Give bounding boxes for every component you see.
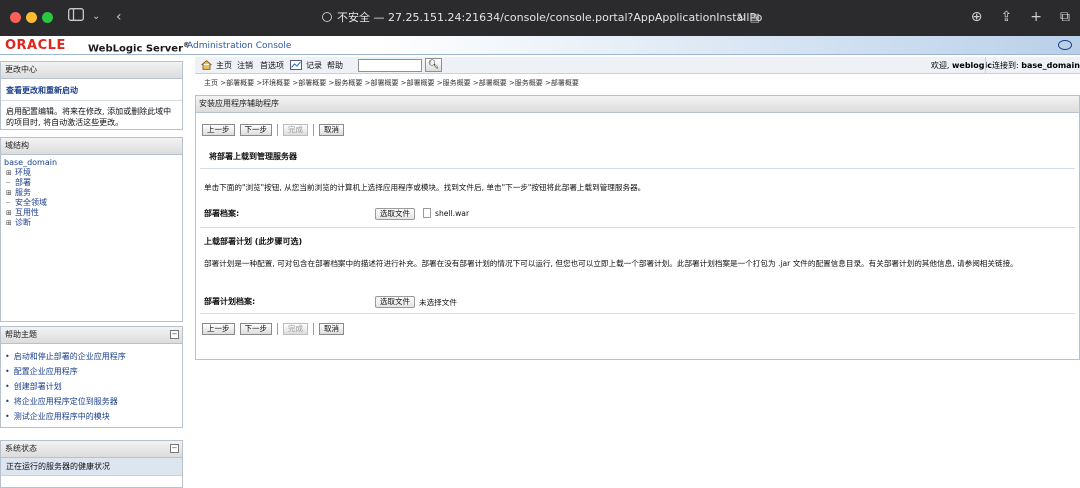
console-subtitle: Administration Console [187, 41, 292, 51]
back-arrow-icon[interactable]: ‹ [116, 8, 122, 26]
tree-item-services[interactable]: ⊞ 服务 [4, 188, 179, 198]
logout-link[interactable]: 注销 [237, 57, 253, 74]
domain-structure-title: 域结构 [1, 138, 182, 155]
record-link[interactable]: 记录 [306, 57, 322, 74]
chevron-down-icon[interactable]: ⌄ [92, 8, 100, 26]
change-center-title: 更改中心 [1, 62, 182, 79]
back-button[interactable]: 上一步 [202, 323, 235, 335]
new-tab-icon[interactable]: + [1030, 7, 1042, 27]
upload-heading: 将部署上载到管理服务器 [209, 152, 297, 161]
minimize-window-button[interactable] [26, 12, 37, 23]
url-text: 27.25.151.24:21634/console/console.porta… [388, 11, 762, 24]
divider [200, 168, 1075, 169]
back-button[interactable]: 上一步 [202, 124, 235, 136]
wizard-buttons-bottom: 上一步 下一步 完成 取消 [202, 323, 344, 335]
product-name: WebLogic Server® [88, 41, 190, 55]
preferences-link[interactable]: 首选项 [260, 57, 284, 74]
home-link[interactable]: 主页 [216, 57, 232, 74]
divider [313, 124, 314, 136]
share-icon[interactable]: ⇪ [1001, 7, 1013, 27]
change-center-text: 启用配置编辑。将来在修改, 添加或删除此域中的项目时, 将自动激活这些更改。 [6, 107, 172, 127]
plan-label: 部署计划档案: [204, 297, 256, 306]
address-prefix: 不安全 — [337, 11, 388, 24]
help-link[interactable]: 创建部署计划 [5, 379, 178, 394]
divider [277, 323, 278, 335]
address-bar[interactable]: 不安全 — 27.25.151.24:21634/console/console… [322, 7, 762, 28]
insecure-icon [322, 12, 332, 22]
file-icon [423, 208, 431, 218]
download-icon[interactable]: ⊕ [971, 7, 983, 27]
divider [313, 323, 314, 335]
help-topics-list: 启动和停止部署的企业应用程序 配置企业应用程序 创建部署计划 将企业应用程序定位… [1, 344, 182, 429]
divider [277, 124, 278, 136]
home-icon[interactable] [201, 60, 212, 70]
search-input[interactable] [358, 59, 422, 72]
tree-item-deployments[interactable]: ┈ 部署 [4, 178, 179, 188]
plan-file-name: 未选择文件 [419, 298, 457, 307]
search-icon: 🔍︎ [427, 60, 440, 70]
system-status-title: 系统状态 − [1, 441, 182, 458]
browser-toolbar: ⌄ ‹ 不安全 — 27.25.151.24:21634/console/con… [0, 0, 1080, 36]
breadcrumb[interactable]: 主页 >部署概要 >环境概要 >部署概要 >服务概要 >部署概要 >部署概要 >… [204, 78, 579, 88]
wizard-buttons-top: 上一步 下一步 完成 取消 [202, 124, 344, 136]
server-health-label: 正在运行的服务器的健康状况 [1, 458, 182, 476]
next-button[interactable]: 下一步 [239, 323, 272, 335]
oracle-o-icon [1058, 40, 1072, 50]
domain-structure-panel: 域结构 base_domain ⊞ 环境 ┈ 部署 ⊞ 服务 ┈ 安全领域 ⊞ 互用性 ⊞… [0, 137, 183, 322]
close-window-button[interactable] [10, 12, 21, 23]
welcome-text: 欢迎, weblogic [930, 61, 992, 70]
divider [200, 313, 1075, 314]
oracle-logo: ORACLE [5, 38, 66, 53]
next-button[interactable]: 下一步 [239, 124, 272, 136]
tree-item-security-realms[interactable]: ┈ 安全领域 [4, 198, 179, 208]
help-link[interactable]: 测试企业应用程序中的模块 [5, 409, 178, 424]
finish-button[interactable]: 完成 [283, 124, 308, 136]
domain-tree: base_domain ⊞ 环境 ┈ 部署 ⊞ 服务 ┈ 安全领域 ⊞ 互用性 ⊞ 诊断 [1, 155, 182, 231]
help-link[interactable]: 将企业应用程序定位到服务器 [5, 394, 178, 409]
help-topics-title: 帮助主题 − [1, 327, 182, 344]
console-toolbar: 主页 注销 首选项 记录 帮助 🔍︎ 欢迎, weblogic 连接到: bas… [195, 57, 1080, 74]
cancel-button[interactable]: 取消 [319, 323, 344, 335]
plan-heading: 上载部署计划 (此步骤可选) [204, 237, 303, 246]
change-center-panel: 更改中心 查看更改和重新启动 启用配置编辑。将来在修改, 添加或删除此域中的项目… [0, 61, 183, 130]
archive-file-name: shell.war [435, 209, 470, 218]
tree-item-interoperability[interactable]: ⊞ 互用性 [4, 208, 179, 218]
help-link[interactable]: 帮助 [327, 57, 343, 74]
reload-icon[interactable]: ↻ ▤ [737, 7, 760, 28]
finish-button[interactable]: 完成 [283, 323, 308, 335]
console-header: ORACLE WebLogic Server® Administration C… [0, 36, 1080, 55]
tree-root-base-domain[interactable]: base_domain [4, 158, 179, 168]
divider [200, 227, 1075, 228]
system-status-panel: 系统状态 − 正在运行的服务器的健康状况 [0, 440, 183, 488]
plan-description: 部署计划是一种配置, 可对包含在部署档案中的描述符进行补充。部署在没有部署计划的… [204, 259, 1018, 268]
help-link[interactable]: 配置企业应用程序 [5, 364, 178, 379]
help-topics-panel: 帮助主题− 启动和停止部署的企业应用程序 配置企业应用程序 创建部署计划 将企业… [0, 326, 183, 428]
upload-description: 单击下面的"浏览"按钮, 从您当前浏览的计算机上选择应用程序或模块。找到文件后,… [204, 183, 646, 192]
connected-to: 连接到: base_domain [985, 57, 1080, 74]
wizard-title: 安装应用程序辅助程序 [196, 96, 1079, 113]
tabs-overview-icon[interactable]: ⧉ [1060, 7, 1070, 27]
view-changes-link[interactable]: 查看更改和重新启动 [1, 79, 182, 101]
help-link[interactable]: 启动和停止部署的企业应用程序 [5, 349, 178, 364]
choose-plan-button[interactable]: 选取文件 [375, 296, 415, 308]
record-icon[interactable] [290, 60, 302, 70]
sidebar-toggle-icon[interactable] [68, 8, 84, 26]
choose-archive-button[interactable]: 选取文件 [375, 208, 415, 220]
archive-label: 部署档案: [204, 209, 240, 218]
search-button[interactable]: 🔍︎ [425, 58, 442, 72]
maximize-window-button[interactable] [42, 12, 53, 23]
tree-item-environment[interactable]: ⊞ 环境 [4, 168, 179, 178]
collapse-icon[interactable]: − [170, 330, 179, 339]
collapse-icon[interactable]: − [170, 444, 179, 453]
cancel-button[interactable]: 取消 [319, 124, 344, 136]
tree-item-diagnostics[interactable]: ⊞ 诊断 [4, 218, 179, 228]
install-wizard-panel: 安装应用程序辅助程序 上一步 下一步 完成 取消 将部署上载到管理服务器 单击下… [195, 95, 1080, 360]
